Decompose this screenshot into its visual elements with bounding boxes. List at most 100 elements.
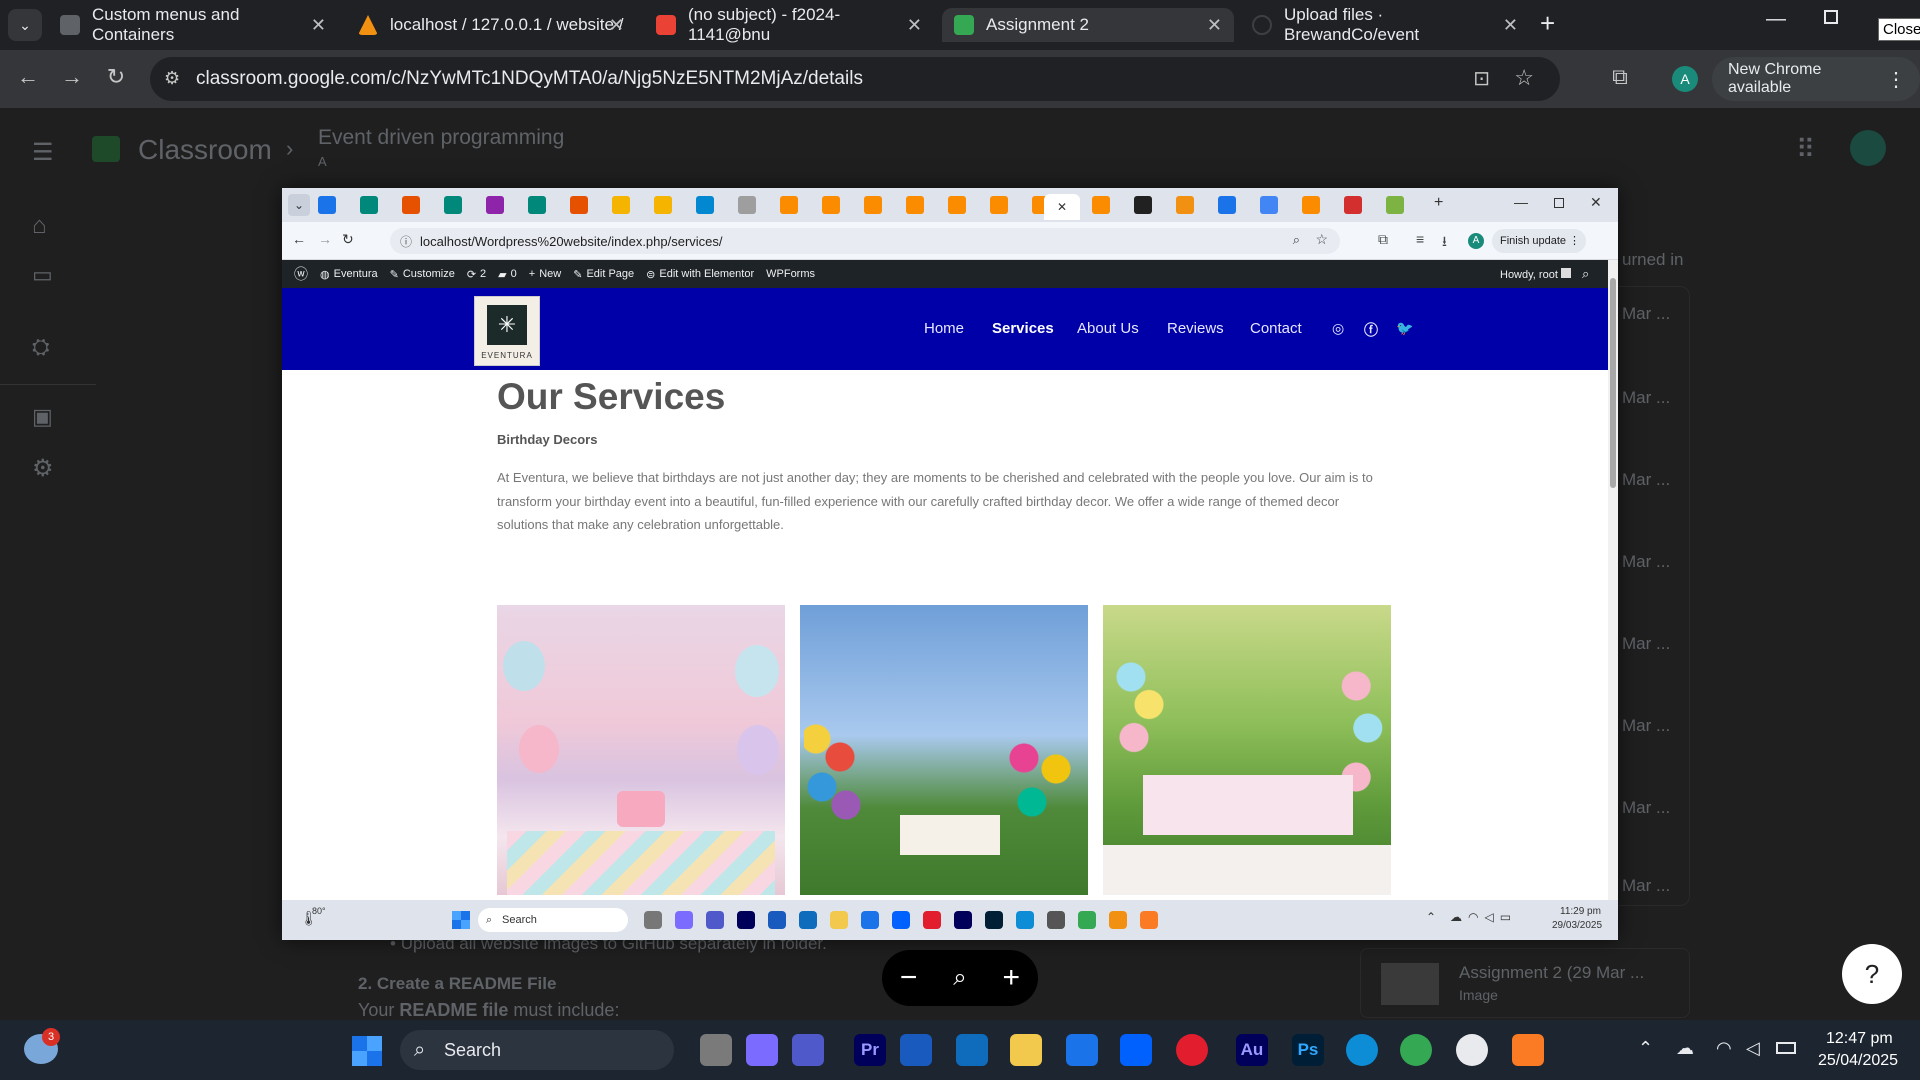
- hamburger-menu-icon[interactable]: ☰: [32, 138, 54, 167]
- app-name[interactable]: Classroom: [138, 134, 272, 166]
- audition-app-icon[interactable]: Au: [1236, 1034, 1268, 1066]
- chrome-icon[interactable]: [1400, 1034, 1432, 1066]
- tray-chevron-icon[interactable]: ⌃: [1638, 1038, 1653, 1059]
- submission-item[interactable]: Mar ...: [1622, 470, 1670, 490]
- nav-home[interactable]: Home: [924, 320, 964, 337]
- inner-taskbar-app-icon[interactable]: [768, 911, 786, 929]
- inner-tab-favicon-icon[interactable]: [486, 196, 504, 214]
- menu-kebab-icon[interactable]: ⋮: [1886, 67, 1906, 92]
- browser-tab-active[interactable]: Assignment 2 ✕: [942, 8, 1234, 42]
- submission-item[interactable]: Mar ...: [1622, 552, 1670, 572]
- tab-close-icon[interactable]: ✕: [1503, 15, 1518, 36]
- inner-tab-favicon-icon[interactable]: [360, 196, 378, 214]
- inner-taskbar-app-icon[interactable]: [644, 911, 662, 929]
- apps-grid-icon[interactable]: ⠿: [1796, 134, 1815, 165]
- forward-icon[interactable]: →: [54, 64, 90, 90]
- wp-new-link[interactable]: + New: [529, 268, 561, 280]
- twitter-icon[interactable]: 🐦: [1396, 320, 1413, 337]
- opera-icon[interactable]: [1176, 1034, 1208, 1066]
- submission-item[interactable]: Mar ...: [1622, 876, 1670, 896]
- file-explorer-icon[interactable]: [700, 1034, 732, 1066]
- inner-media-icon[interactable]: ≡: [1416, 231, 1424, 247]
- battery-icon[interactable]: [1776, 1042, 1796, 1054]
- site-info-icon[interactable]: ⚙: [164, 68, 180, 89]
- inner-tab-search-button[interactable]: ⌄: [288, 194, 310, 216]
- browser-tab[interactable]: Custom menus and Containers ✕: [48, 5, 338, 44]
- account-avatar[interactable]: [1850, 130, 1886, 166]
- submission-item[interactable]: Mar ...: [1622, 388, 1670, 408]
- inner-taskbar-app-icon[interactable]: [1078, 911, 1096, 929]
- inner-active-tab[interactable]: ✕: [1044, 194, 1080, 220]
- dropbox-icon[interactable]: [1120, 1034, 1152, 1066]
- inner-minimize-button[interactable]: —: [1514, 194, 1528, 210]
- submission-item[interactable]: Mar ...: [1622, 798, 1670, 818]
- reload-icon[interactable]: ↻: [98, 64, 134, 90]
- inner-taskbar-app-icon[interactable]: [737, 911, 755, 929]
- home-icon[interactable]: ⌂: [32, 212, 47, 240]
- inner-kebab-icon[interactable]: ⋮: [1569, 229, 1580, 253]
- inner-tab-favicon-icon[interactable]: [1260, 196, 1278, 214]
- bookmark-star-icon[interactable]: ☆: [1514, 65, 1534, 91]
- wp-search-icon[interactable]: ⌕: [1582, 266, 1589, 282]
- nav-reviews[interactable]: Reviews: [1167, 320, 1224, 337]
- folder-icon[interactable]: [1010, 1034, 1042, 1066]
- inner-close-button[interactable]: ✕: [1590, 194, 1602, 211]
- premiere-app-icon[interactable]: Pr: [854, 1034, 886, 1066]
- wifi-icon[interactable]: ◠: [1716, 1038, 1732, 1059]
- browser-tab[interactable]: Upload files · BrewandCo/event ✕: [1240, 5, 1530, 44]
- inner-taskbar-app-icon[interactable]: [830, 911, 848, 929]
- inner-taskbar-app-icon[interactable]: [1140, 911, 1158, 929]
- inner-tab-favicon-icon[interactable]: [738, 196, 756, 214]
- birthday-photo-garden[interactable]: [1103, 605, 1391, 895]
- wp-howdy-link[interactable]: Howdy, root: [1500, 268, 1571, 281]
- instagram-icon[interactable]: ◎: [1332, 320, 1344, 337]
- tab-search-button[interactable]: ⌄: [8, 9, 42, 41]
- inner-tab-favicon-icon[interactable]: [822, 196, 840, 214]
- inner-tab-favicon-icon[interactable]: [318, 196, 336, 214]
- inner-taskbar-app-icon[interactable]: [706, 911, 724, 929]
- inner-search-box[interactable]: ⌕ Search: [478, 908, 628, 932]
- wp-customize-link[interactable]: ✎ Customize: [390, 268, 455, 281]
- inner-profile-avatar[interactable]: A: [1468, 233, 1484, 249]
- attachment-card[interactable]: Assignment 2 (29 Mar ... Image: [1360, 948, 1690, 1018]
- inner-taskbar-app-icon[interactable]: [799, 911, 817, 929]
- new-tab-button[interactable]: +: [1540, 8, 1555, 39]
- inner-tab-favicon-icon[interactable]: [444, 196, 462, 214]
- tab-close-icon[interactable]: ✕: [609, 15, 624, 36]
- inner-tray-icons[interactable]: ☁◠◁▭: [1450, 910, 1517, 924]
- wp-wpforms-link[interactable]: WPForms: [766, 268, 815, 280]
- back-icon[interactable]: ←: [10, 64, 46, 90]
- inner-taskbar-app-icon[interactable]: [675, 911, 693, 929]
- wp-logo-icon[interactable]: ⓦ: [294, 264, 308, 284]
- outlook-icon[interactable]: [956, 1034, 988, 1066]
- inner-tab-favicon-icon[interactable]: [528, 196, 546, 214]
- inner-taskbar-app-icon[interactable]: [985, 911, 1003, 929]
- submission-item[interactable]: Mar ...: [1622, 716, 1670, 736]
- submission-item[interactable]: Mar ...: [1622, 304, 1670, 324]
- scrollbar-thumb[interactable]: [1610, 278, 1616, 488]
- inner-star-icon[interactable]: ☆: [1315, 231, 1328, 248]
- nav-about[interactable]: About Us: [1077, 320, 1139, 337]
- facebook-icon[interactable]: ⓕ: [1364, 320, 1378, 340]
- birthday-photo-pastel[interactable]: [497, 605, 785, 895]
- browser-tab[interactable]: (no subject) - f2024-1141@bnu ✕: [644, 5, 934, 44]
- chrome-update-button[interactable]: New Chrome available ⋮: [1712, 57, 1920, 101]
- inner-start-icon[interactable]: [452, 911, 470, 929]
- photoshop-app-icon[interactable]: Ps: [1292, 1034, 1324, 1066]
- birthday-photo-outdoor[interactable]: [800, 605, 1088, 895]
- inner-tray-chevron-icon[interactable]: ⌃: [1426, 910, 1436, 924]
- inner-finish-update-button[interactable]: Finish update ⋮: [1492, 229, 1587, 253]
- wp-elementor-link[interactable]: ⊜ Edit with Elementor: [646, 268, 754, 281]
- inner-download-icon[interactable]: ⭳: [1442, 231, 1447, 255]
- tab-close-icon[interactable]: ✕: [907, 15, 922, 36]
- zoom-out-button[interactable]: −: [900, 961, 918, 995]
- clock-time[interactable]: 12:47 pm: [1826, 1030, 1893, 1048]
- settings-gear-icon[interactable]: ⚙: [32, 454, 54, 483]
- copilot-icon[interactable]: [746, 1034, 778, 1066]
- course-title[interactable]: Event driven programming: [318, 126, 564, 150]
- inner-back-icon[interactable]: ←: [292, 231, 306, 247]
- inner-tab-favicon-icon[interactable]: [780, 196, 798, 214]
- inner-tab-favicon-icon[interactable]: [1302, 196, 1320, 214]
- inner-tab-favicon-icon[interactable]: [612, 196, 630, 214]
- inner-tab-favicon-icon[interactable]: [906, 196, 924, 214]
